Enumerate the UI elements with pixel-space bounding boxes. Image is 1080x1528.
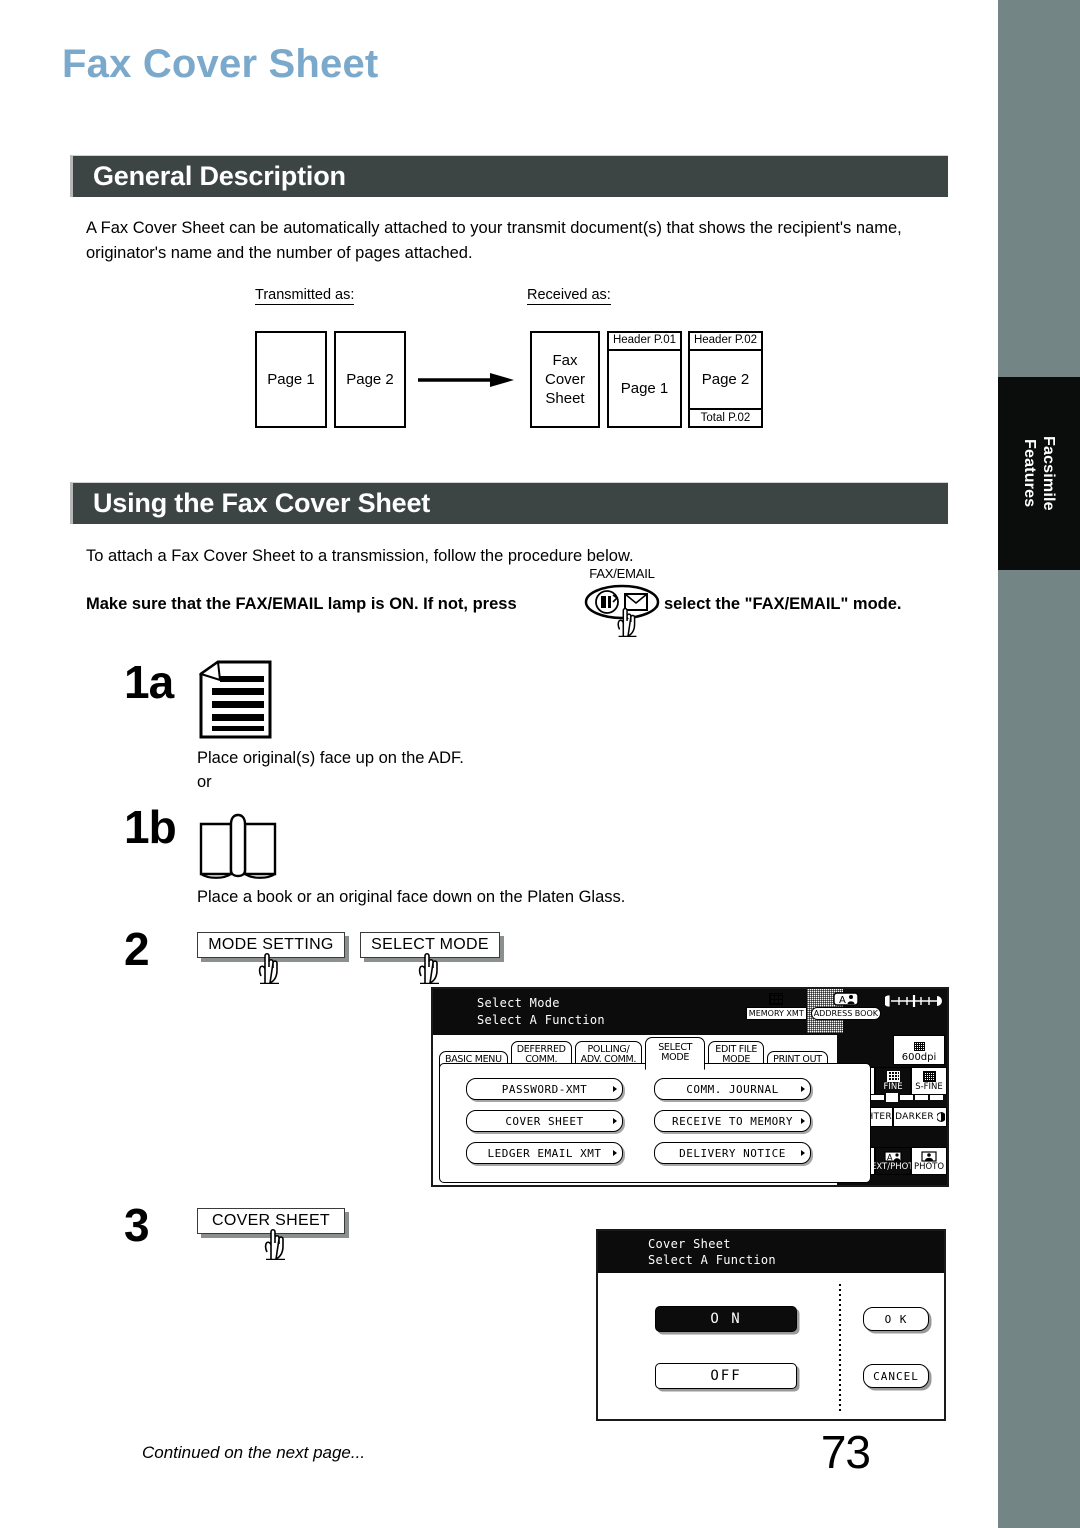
lcd-cover-sheet-title: Cover Sheet Select A Function (648, 1236, 776, 1268)
received-caption: Received as: (527, 287, 611, 305)
step-1a-caption-line2: or (197, 773, 212, 791)
dpi-texture-icon (913, 1042, 925, 1051)
grid-icon (769, 991, 784, 1007)
cover-sheet-off-button[interactable]: OFF (655, 1363, 797, 1389)
memory-xmt-label: MEMORY XMT (745, 1007, 807, 1020)
function-key-delivery-notice[interactable]: DELIVERY NOTICE (654, 1142, 811, 1164)
using-intro-text: To attach a Fax Cover Sheet to a transmi… (86, 547, 634, 565)
received-cover-sheet: Fax Cover Sheet (530, 331, 600, 428)
received-cover-sheet-label: Fax Cover Sheet (544, 352, 585, 407)
lcd-cover-sheet-title-line2: Select A Function (648, 1253, 776, 1267)
flow-arrow-icon (418, 373, 514, 387)
function-key-password-xmt[interactable]: PASSWORD-XMT (466, 1078, 623, 1100)
original-type-photo-label: PHOTO (913, 1161, 945, 1172)
lcd-select-mode-title-line1: Select Mode (477, 996, 560, 1010)
document-adf-icon (198, 660, 272, 739)
resolution-s-fine-label: S-FINE (915, 1081, 943, 1092)
page-number: 73 (820, 1426, 871, 1478)
resolution-fine-label: FINE (883, 1081, 903, 1092)
photo-icon (921, 1150, 937, 1162)
resolution-dpi-label: 600dpi (901, 1052, 937, 1063)
section-header-using-label: Using the Fax Cover Sheet (93, 488, 431, 518)
memory-xmt-indicator: MEMORY XMT (745, 991, 807, 1020)
density-darker-button[interactable]: DARKER (893, 1107, 947, 1127)
transmitted-page-1: Page 1 (255, 331, 327, 428)
step-1a-caption: Place original(s) face up on the ADF. or (197, 746, 464, 794)
lcd-function-key-area: PASSWORD-XMT COVER SHEET LEDGER EMAIL XM… (439, 1063, 871, 1183)
address-book-label: ADDRESS BOOK (810, 1007, 881, 1020)
fax-email-instruction: Make sure that the FAX/EMAIL lamp is ON.… (86, 595, 902, 614)
function-key-comm-journal[interactable]: COMM. JOURNAL (654, 1078, 811, 1100)
lcd-tab-select-mode[interactable]: SELECT MODE (645, 1037, 706, 1070)
address-book-indicator[interactable]: A ADDRESS BOOK (810, 991, 881, 1020)
pointing-hand-icon (617, 607, 637, 637)
original-type-photo-button[interactable]: PHOTO (911, 1147, 947, 1175)
pointing-hand-icon (264, 1228, 285, 1260)
resolution-s-fine-button[interactable]: S-FINE (911, 1067, 947, 1095)
received-page-1-body: Page 1 (620, 380, 669, 397)
chapter-tab[interactable]: Facsimile Features (998, 377, 1080, 570)
open-book-icon (199, 813, 277, 879)
received-page-2-total: Total P.02 (690, 408, 761, 426)
pointing-hand-icon (418, 952, 439, 984)
lcd-cover-sheet-divider (839, 1283, 841, 1411)
continued-note: Continued on the next page... (142, 1443, 366, 1462)
page-title: Fax Cover Sheet (62, 42, 379, 86)
resolution-fine-button[interactable]: FINE (875, 1067, 911, 1095)
received-page-2-body: Page 2 (701, 371, 750, 388)
s-fine-grid-icon (922, 1070, 936, 1082)
darker-half-circle-icon (936, 1112, 945, 1122)
lcd-cover-sheet-header: Cover Sheet Select A Function (598, 1231, 944, 1273)
general-intro-text: A Fax Cover Sheet can be automatically a… (86, 219, 902, 262)
lcd-select-mode-title: Select Mode Select A Function (477, 995, 605, 1029)
lcd-select-mode-header: Select Mode Select A Function MEMORY XMT… (433, 989, 947, 1035)
received-page-1-header: Header P.01 (609, 333, 680, 351)
document-page: Fax Cover Sheet General Description A Fa… (0, 0, 998, 1528)
text-photo-icon: A (884, 1150, 902, 1162)
transmitted-page-2: Page 2 (334, 331, 406, 428)
function-key-ledger-email-xmt[interactable]: LEDGER EMAIL XMT (466, 1142, 623, 1164)
section-header-using: Using the Fax Cover Sheet (70, 482, 948, 524)
transmitted-caption: Transmitted as: (255, 287, 355, 305)
cover-sheet-on-button[interactable]: O N (655, 1306, 797, 1332)
cover-sheet-ok-button[interactable]: O K (863, 1307, 929, 1331)
fax-email-instruction-before: Make sure that the FAX/EMAIL lamp is ON.… (86, 595, 517, 613)
step-number-1a: 1a (124, 656, 174, 708)
step-1a-caption-line1: Place original(s) face up on the ADF. (197, 749, 464, 767)
lcd-status-icon-row: MEMORY XMT A ADDRESS BOOK (745, 991, 943, 1020)
section-header-general: General Description (70, 155, 948, 197)
contrast-scale-indicator (885, 991, 943, 1009)
fax-email-instruction-after: to select the "FAX/EMAIL" mode. (643, 595, 902, 613)
received-page-1: Header P.01 Page 1 (607, 331, 682, 428)
lcd-cover-sheet-panel: Cover Sheet Select A Function O N OFF O … (596, 1229, 946, 1421)
svg-text:A: A (887, 1153, 893, 1162)
density-darker-label: DARKER (895, 1112, 934, 1122)
svg-text:A: A (839, 995, 846, 1006)
resolution-dpi-badge: 600dpi (893, 1035, 945, 1065)
section-header-general-label: General Description (93, 161, 346, 191)
function-key-cover-sheet[interactable]: COVER SHEET (466, 1110, 623, 1132)
function-key-receive-to-memory[interactable]: RECEIVE TO MEMORY (654, 1110, 811, 1132)
received-page-2-header: Header P.02 (690, 333, 761, 351)
person-document-icon: A (833, 991, 859, 1007)
fine-grid-icon (886, 1070, 900, 1082)
cover-sheet-cancel-button[interactable]: CANCEL (863, 1364, 929, 1388)
step-1b-caption: Place a book or an original face down on… (197, 888, 626, 906)
lcd-cover-sheet-title-line1: Cover Sheet (648, 1237, 731, 1251)
received-page-2: Header P.02 Page 2 Total P.02 (688, 331, 763, 428)
lcd-select-mode-panel: Select Mode Select A Function MEMORY XMT… (431, 987, 949, 1187)
step-number-3: 3 (124, 1199, 150, 1251)
contrast-slider-icon (885, 993, 943, 1009)
lcd-select-mode-title-line2: Select A Function (477, 1013, 605, 1027)
fax-email-key-label: FAX/EMAIL (589, 566, 655, 581)
original-type-text-photo-button[interactable]: A TEXT/PHOTO (866, 1147, 920, 1175)
chapter-tab-label: Facsimile Features (1021, 436, 1057, 511)
step-number-1b: 1b (124, 801, 177, 853)
step-number-2: 2 (124, 923, 150, 975)
side-strip: Facsimile Features (998, 0, 1080, 1528)
pointing-hand-icon (258, 952, 279, 984)
